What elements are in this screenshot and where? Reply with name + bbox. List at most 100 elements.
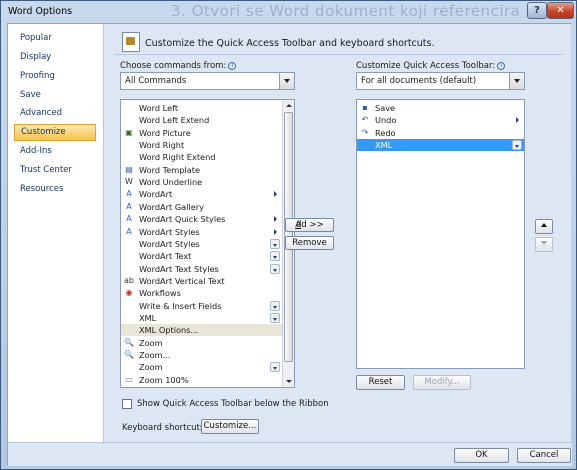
list-item-label: Write & Insert Fields: [139, 300, 222, 311]
list-item[interactable]: ↶ Undo: [357, 114, 524, 126]
list-item-label: Zoom: [139, 337, 163, 348]
list-item[interactable]: WordArt Text: [121, 250, 282, 262]
vertical-text-icon: ab: [124, 275, 134, 285]
wordart-icon: A: [126, 189, 132, 199]
list-item[interactable]: WordArt Text Styles: [121, 263, 282, 275]
list-item-label: XML: [139, 312, 157, 323]
list-item[interactable]: ↷ Redo: [357, 127, 524, 139]
customize-panel: Customize the Quick Access Toolbar and k…: [104, 24, 571, 442]
list-item[interactable]: Word Left: [121, 102, 282, 114]
scroll-down-icon[interactable]: [283, 376, 294, 387]
show-below-ribbon-label: Show Quick Access Toolbar below the Ribb…: [137, 399, 329, 409]
list-item-label: Word Right: [139, 140, 185, 151]
keyboard-shortcuts-label: Keyboard shortcuts:: [122, 423, 208, 433]
template-icon: ▤: [125, 164, 133, 174]
list-item-label: WordArt Gallery: [139, 201, 204, 212]
list-item[interactable]: W Word Underline: [121, 176, 282, 188]
background-document-text: 3. Otvori se Word dokument koji referenc…: [171, 2, 569, 20]
list-item-label: WordArt: [139, 189, 173, 200]
nav-item-save[interactable]: Save: [14, 87, 96, 104]
choose-commands-combo[interactable]: All Commands: [120, 72, 295, 90]
list-item[interactable]: ◉ Workflows: [121, 287, 282, 299]
dropdown-indicator-icon: [270, 312, 280, 323]
redo-icon: ↷: [361, 127, 369, 137]
zoom-icon: 🔍: [124, 337, 134, 347]
list-item[interactable]: ▪ Save: [357, 102, 524, 114]
reset-button[interactable]: Reset: [356, 375, 405, 390]
dropdown-indicator-icon: [270, 251, 280, 262]
nav-item-trust-center[interactable]: Trust Center: [14, 162, 96, 179]
submenu-arrow-icon: [274, 191, 277, 198]
list-item[interactable]: 🔍 Zoom...: [121, 349, 282, 361]
list-item[interactable]: A WordArt: [121, 188, 282, 200]
move-down-button[interactable]: [535, 237, 553, 252]
list-item[interactable]: ab WordArt Vertical Text: [121, 275, 282, 287]
info-icon: i: [228, 62, 237, 70]
qat-scope-combo[interactable]: For all documents (default): [356, 72, 525, 90]
list-item-label: Word Template: [139, 164, 201, 175]
nav-item-popular[interactable]: Popular: [14, 30, 96, 47]
list-item-label: WordArt Text: [139, 251, 192, 262]
list-item-label: Word Underline: [139, 177, 203, 188]
list-item[interactable]: XML: [121, 312, 282, 324]
cancel-button[interactable]: Cancel: [517, 448, 571, 463]
remove-button[interactable]: Remove: [285, 236, 334, 250]
list-item-label: Zoom 100%: [139, 374, 189, 385]
list-item-label: Word Picture: [139, 127, 191, 138]
nav-item-advanced[interactable]: Advanced: [14, 105, 96, 122]
list-item[interactable]: ▤ Word Template: [121, 164, 282, 176]
wordart-gallery-icon: A: [126, 201, 132, 211]
choose-commands-label: Choose commands from: i: [120, 61, 237, 71]
dropdown-indicator-icon: [270, 300, 280, 311]
customize-shortcuts-button[interactable]: Customize...: [201, 419, 259, 434]
panel-heading: Customize the Quick Access Toolbar and k…: [145, 38, 435, 49]
list-item-label: Zoom: [139, 362, 163, 373]
undo-icon: ↶: [361, 115, 369, 125]
nav-item-resources[interactable]: Resources: [14, 181, 96, 198]
close-button[interactable]: ✕: [547, 2, 574, 19]
list-item[interactable]: A WordArt Styles: [121, 226, 282, 238]
zoom-icon: 🔍: [124, 350, 134, 359]
list-item[interactable]: Zoom: [121, 361, 282, 373]
qat-items-list[interactable]: ▪ Save ↶ Undo ↷ Redo XML: [356, 99, 525, 369]
help-button[interactable]: ?: [527, 2, 547, 19]
modify-button[interactable]: Modify...: [413, 375, 471, 390]
ok-button[interactable]: OK: [454, 448, 509, 463]
list-item-label: XML Options...: [139, 325, 199, 336]
nav-item-proofing[interactable]: Proofing: [14, 68, 96, 85]
list-item[interactable]: A WordArt Gallery: [121, 201, 282, 213]
list-item[interactable]: XML: [357, 139, 524, 152]
word-options-window: Word Options 3. Otvori se Word dokument …: [0, 0, 577, 470]
wordart-styles-icon: A: [126, 214, 132, 224]
submenu-arrow-icon: [516, 117, 519, 124]
add-button[interactable]: Add >>: [285, 218, 334, 232]
show-below-ribbon-checkbox[interactable]: [122, 399, 132, 409]
underline-icon: W: [125, 177, 133, 187]
move-up-button[interactable]: [535, 219, 553, 234]
list-item-label: Zoom...: [139, 350, 171, 360]
list-item[interactable]: ▣ Word Picture: [121, 127, 282, 139]
save-icon: ▪: [362, 103, 368, 112]
list-item[interactable]: Word Right: [121, 139, 282, 151]
list-item[interactable]: Word Right Extend: [121, 151, 282, 163]
customize-qat-label: Customize Quick Access Toolbar: i: [356, 61, 506, 71]
chevron-down-icon[interactable]: [279, 73, 294, 89]
list-item[interactable]: A WordArt Quick Styles: [121, 213, 282, 225]
scroll-up-icon[interactable]: [283, 100, 294, 111]
list-item-label: Redo: [375, 127, 396, 138]
list-item[interactable]: Write & Insert Fields: [121, 300, 282, 312]
dropdown-indicator-icon: [270, 362, 280, 373]
commands-list[interactable]: Word Left Word Left Extend ▣ Word Picture Wo…: [120, 99, 295, 388]
nav-item-customize[interactable]: Customize: [14, 124, 96, 141]
list-item[interactable]: XML Options...: [121, 324, 282, 337]
list-item[interactable]: 🔍 Zoom: [121, 337, 282, 349]
list-item[interactable]: WordArt Styles: [121, 238, 282, 250]
list-item-label: WordArt Text Styles: [139, 263, 219, 274]
list-item-label: WordArt Styles: [139, 238, 200, 249]
list-item[interactable]: ▭ Zoom 100%: [121, 374, 282, 386]
nav-item-display[interactable]: Display: [14, 49, 96, 66]
nav-item-add-ins[interactable]: Add-Ins: [14, 143, 96, 160]
chevron-down-icon[interactable]: [509, 73, 524, 89]
title-bar[interactable]: Word Options 3. Otvori se Word dokument …: [1, 1, 576, 23]
list-item[interactable]: Word Left Extend: [121, 114, 282, 126]
